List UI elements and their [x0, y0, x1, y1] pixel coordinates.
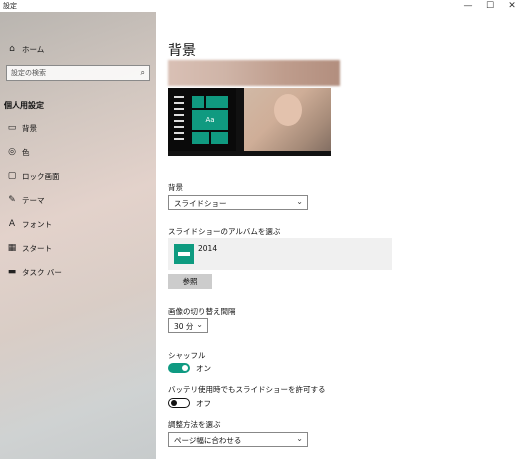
- sidebar-item-label: フォント: [22, 219, 52, 229]
- sidebar-item-label: テーマ: [22, 195, 45, 205]
- palette-icon: ◎: [8, 147, 16, 157]
- album-label: スライドショーのアルバムを選ぶ: [168, 227, 281, 236]
- shuffle-label: シャッフル: [168, 351, 206, 360]
- background-dropdown[interactable]: スライドショー ⌄: [168, 195, 308, 210]
- page-title: 背景: [168, 43, 196, 59]
- chevron-down-icon: ⌄: [296, 197, 303, 206]
- sidebar-item-label: スタート: [22, 243, 52, 253]
- album-thumbnail: [174, 244, 194, 264]
- taskbar-icon: ▬: [7, 267, 17, 277]
- sidebar-item-label: 色: [22, 147, 30, 157]
- theme-icon: ✎: [8, 195, 16, 205]
- title-bar: 設定 — ☐ ✕: [0, 0, 520, 12]
- search-icon[interactable]: ⌕: [141, 68, 145, 78]
- sidebar-item-label: ロック画面: [22, 171, 60, 181]
- album-name: 2014: [198, 244, 218, 253]
- preview-taskbar: [168, 151, 331, 156]
- fit-dropdown-value: ページ幅に合わせる: [174, 436, 242, 445]
- sidebar-item-label: 背景: [22, 123, 37, 133]
- maximize-icon: ☐: [485, 1, 495, 11]
- search-input[interactable]: [11, 68, 131, 78]
- sidebar-item-label: ホーム: [22, 44, 45, 54]
- sidebar-item-home[interactable]: ⌂ ホーム: [0, 39, 156, 59]
- background-icon: ▭: [7, 123, 17, 133]
- preview-start-menu: Aa: [168, 88, 236, 156]
- background-dropdown-value: スライドショー: [174, 199, 227, 208]
- interval-label: 画像の切り替え間隔: [168, 307, 236, 316]
- preview-tile: Aa: [192, 110, 228, 130]
- font-icon: A: [8, 219, 16, 229]
- lock-screen-icon: ▢: [7, 171, 17, 181]
- battery-toggle[interactable]: [168, 398, 190, 408]
- background-label: 背景: [168, 183, 183, 192]
- sidebar-item-fonts[interactable]: A フォント: [0, 214, 156, 234]
- section-title: 個人用設定: [4, 101, 44, 110]
- main-content: 背景 Aa 背景 スライドショー ⌄ スライドショーのアルバムを選ぶ 2014 …: [156, 12, 520, 459]
- interval-dropdown[interactable]: 30 分 ⌄: [168, 318, 208, 333]
- minimize-icon: —: [463, 1, 473, 11]
- window-title: 設定: [3, 2, 17, 10]
- shuffle-state: オン: [196, 364, 211, 373]
- sidebar-item-lock-screen[interactable]: ▢ ロック画面: [0, 166, 156, 186]
- album-item[interactable]: 2014: [168, 238, 392, 270]
- start-icon: ▦: [7, 243, 17, 253]
- sidebar-item-colors[interactable]: ◎ 色: [0, 142, 156, 162]
- sidebar-item-background[interactable]: ▭ 背景: [0, 118, 156, 138]
- sidebar-item-start[interactable]: ▦ スタート: [0, 238, 156, 258]
- home-icon: ⌂: [9, 44, 15, 54]
- battery-state: オフ: [196, 399, 211, 408]
- close-button[interactable]: ✕: [499, 0, 520, 12]
- chevron-down-icon: ⌄: [296, 434, 303, 443]
- search-box[interactable]: ⌕: [6, 65, 150, 81]
- blurred-image-strip: [168, 60, 340, 86]
- background-preview: Aa: [168, 88, 331, 156]
- interval-dropdown-value: 30 分: [174, 322, 194, 331]
- sidebar-item-label: タスク バー: [22, 267, 62, 277]
- preview-photo: [244, 88, 331, 156]
- close-icon: ✕: [508, 1, 516, 11]
- shuffle-toggle[interactable]: [168, 363, 190, 373]
- sidebar: ⌂ ホーム ⌕ 個人用設定 ▭ 背景 ◎ 色 ▢ ロック画面 ✎ テーマ A フ…: [0, 12, 156, 459]
- sidebar-item-theme[interactable]: ✎ テーマ: [0, 190, 156, 210]
- browse-button[interactable]: 参照: [168, 274, 212, 289]
- fit-dropdown[interactable]: ページ幅に合わせる ⌄: [168, 432, 308, 447]
- chevron-down-icon: ⌄: [196, 320, 203, 329]
- sidebar-item-taskbar[interactable]: ▬ タスク バー: [0, 262, 156, 282]
- battery-label: バッテリ使用時でもスライドショーを許可する: [168, 385, 326, 394]
- fit-label: 調整方法を選ぶ: [168, 420, 221, 429]
